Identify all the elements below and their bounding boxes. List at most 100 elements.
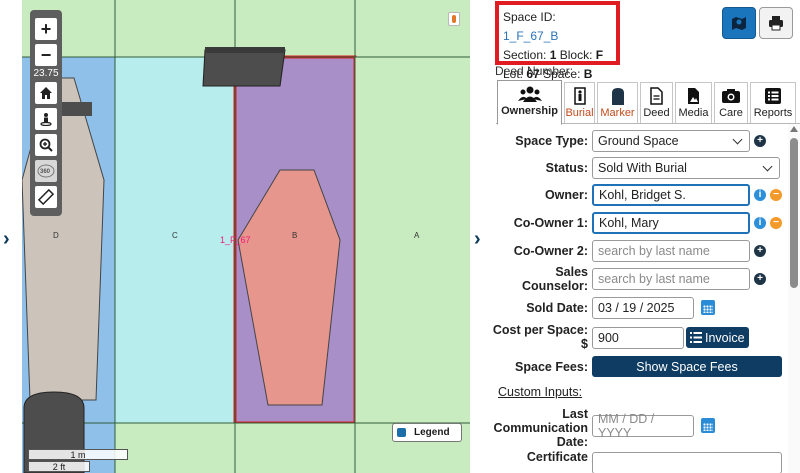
zoom-in-button[interactable]: + [35, 18, 57, 40]
tab-burial-label: Burial [565, 107, 594, 119]
remove-co-owner-1-icon[interactable]: − [770, 217, 782, 229]
tab-media[interactable]: Media [675, 82, 712, 123]
last-communication-label-line2: Communication [493, 421, 588, 435]
tab-marker-label: Marker [600, 107, 635, 119]
show-on-map-button[interactable] [722, 7, 756, 39]
chevron-down-icon [732, 134, 743, 145]
printer-icon [769, 16, 783, 31]
legend-label: Legend [414, 427, 450, 438]
status-select[interactable]: Sold With Burial [592, 157, 780, 179]
users-icon [517, 86, 542, 102]
cost-per-space-label-line1: Cost per Space: [492, 323, 588, 337]
locate-person-button[interactable] [35, 108, 57, 130]
legend-icon [397, 428, 406, 437]
co-owner-2-placeholder: search by last name [598, 244, 710, 258]
ownership-form: Space Type: Ground Space + Status: Sold … [492, 124, 788, 473]
measure-button[interactable] [35, 186, 57, 208]
space-type-select[interactable]: Ground Space [592, 130, 750, 152]
plot-map-canvas[interactable]: D C B A 1_F_67 [22, 0, 470, 473]
collapse-panel-chevron-icon[interactable]: › [474, 228, 481, 251]
space-info-box: Space ID: 1_F_67_B Section: 1 Block: F L… [495, 1, 620, 81]
legend-button[interactable]: Legend [392, 423, 462, 442]
map-view[interactable]: D C B A 1_F_67 + − 23.75 360 Legend 1 m … [22, 0, 470, 473]
owner-info-icon[interactable]: i [754, 189, 766, 201]
scale-metric: 1 m [28, 449, 128, 460]
view-360-button[interactable]: 360 [35, 160, 57, 182]
map-scale-bar: 1 m 2 ft [28, 449, 128, 472]
cost-per-space-label-line2: $ [581, 337, 588, 351]
space-details-panel: Space ID: 1_F_67_B Section: 1 Block: F L… [492, 0, 800, 473]
zoom-out-button[interactable]: − [35, 44, 57, 66]
left-collapse-strip: › [0, 0, 22, 473]
add-space-type-icon[interactable]: + [754, 135, 766, 147]
sold-date-label: Sold Date: [526, 301, 588, 315]
owner-input[interactable]: Kohl, Bridget S. [592, 184, 750, 206]
tab-ownership[interactable]: Ownership [497, 80, 562, 125]
scroll-up-arrow-icon[interactable] [790, 126, 798, 132]
tab-media-label: Media [678, 107, 709, 119]
document-icon [650, 87, 663, 105]
tab-ownership-label: Ownership [501, 105, 558, 117]
print-button[interactable] [759, 7, 793, 39]
tab-reports[interactable]: Reports [750, 82, 796, 123]
sales-counselor-label-line1: Sales [555, 265, 588, 279]
row-label-c: C [172, 231, 178, 240]
last-communication-label-line3: Date: [556, 435, 588, 449]
map-layer-toggle-icon[interactable] [448, 12, 460, 26]
zoom-to-fit-button[interactable] [35, 134, 57, 156]
last-communication-placeholder: MM / DD / YYYY [598, 412, 655, 440]
cost-per-space-label: Cost per Space: $ [492, 323, 588, 351]
show-space-fees-button[interactable]: Show Space Fees [592, 356, 782, 377]
co-owner-1-label: Co-Owner 1: [513, 216, 588, 230]
invoice-label: Invoice [705, 330, 745, 345]
tab-care-label: Care [719, 107, 743, 119]
home-button[interactable] [35, 82, 57, 104]
sold-date-calendar-icon[interactable] [701, 300, 715, 315]
camera-icon [722, 89, 740, 103]
space-value: B [583, 67, 593, 81]
zoom-level-readout: 23.75 [33, 68, 59, 79]
ruler-icon [38, 189, 54, 205]
status-label: Status: [545, 161, 588, 175]
panel-scrollbar[interactable] [788, 124, 800, 473]
marker-shape-top [202, 49, 286, 87]
tab-deed[interactable]: Deed [640, 82, 673, 123]
tab-marker[interactable]: Marker [597, 82, 638, 123]
scrollbar-thumb[interactable] [790, 138, 798, 288]
space-type-label: Space Type: [515, 134, 588, 148]
add-sales-counselor-icon[interactable]: + [754, 273, 766, 285]
add-co-owner-icon[interactable]: + [754, 245, 766, 257]
expand-left-chevron-icon[interactable]: › [3, 228, 10, 251]
deed-number-label: Deed Number: [495, 64, 574, 78]
scale-imperial: 2 ft [28, 461, 90, 472]
invoice-button[interactable]: Invoice [686, 327, 749, 348]
last-communication-calendar-icon[interactable] [701, 418, 715, 433]
tab-deed-label: Deed [643, 107, 670, 119]
certificate-input[interactable] [592, 452, 782, 473]
remove-owner-icon[interactable]: − [770, 189, 782, 201]
marker-shape-top-base [205, 47, 285, 53]
certificate-label: Certificate [526, 450, 588, 464]
plot-column-c [115, 57, 235, 473]
selected-space-map-label: 1_F_67 [220, 235, 251, 245]
cost-per-space-input[interactable]: 900 [592, 327, 684, 349]
space-id-value[interactable]: 1_F_67_B [503, 29, 558, 43]
owner-label: Owner: [544, 188, 588, 202]
plot-column-a [355, 57, 470, 473]
section-value: 1 [549, 48, 557, 62]
co-owner-2-input[interactable]: search by last name [592, 240, 750, 262]
co-owner-1-value: Kohl, Mary [599, 216, 659, 230]
sales-counselor-input[interactable]: search by last name [592, 268, 750, 290]
custom-inputs-link[interactable]: Custom Inputs: [498, 385, 594, 399]
last-communication-date-input[interactable]: MM / DD / YYYY [592, 412, 694, 440]
map-pin-icon [732, 17, 746, 30]
tab-burial[interactable]: Burial [564, 82, 595, 123]
co-owner-1-input[interactable]: Kohl, Mary [592, 212, 750, 234]
sold-date-input[interactable]: 03 / 19 / 2025 [592, 297, 694, 319]
co-owner-1-info-icon[interactable]: i [754, 217, 766, 229]
marker-icon [611, 88, 624, 105]
tab-care[interactable]: Care [714, 82, 748, 123]
row-label-b: B [292, 231, 297, 240]
panel-divider: › [470, 0, 492, 473]
map-controls: + − 23.75 360 [30, 10, 62, 216]
